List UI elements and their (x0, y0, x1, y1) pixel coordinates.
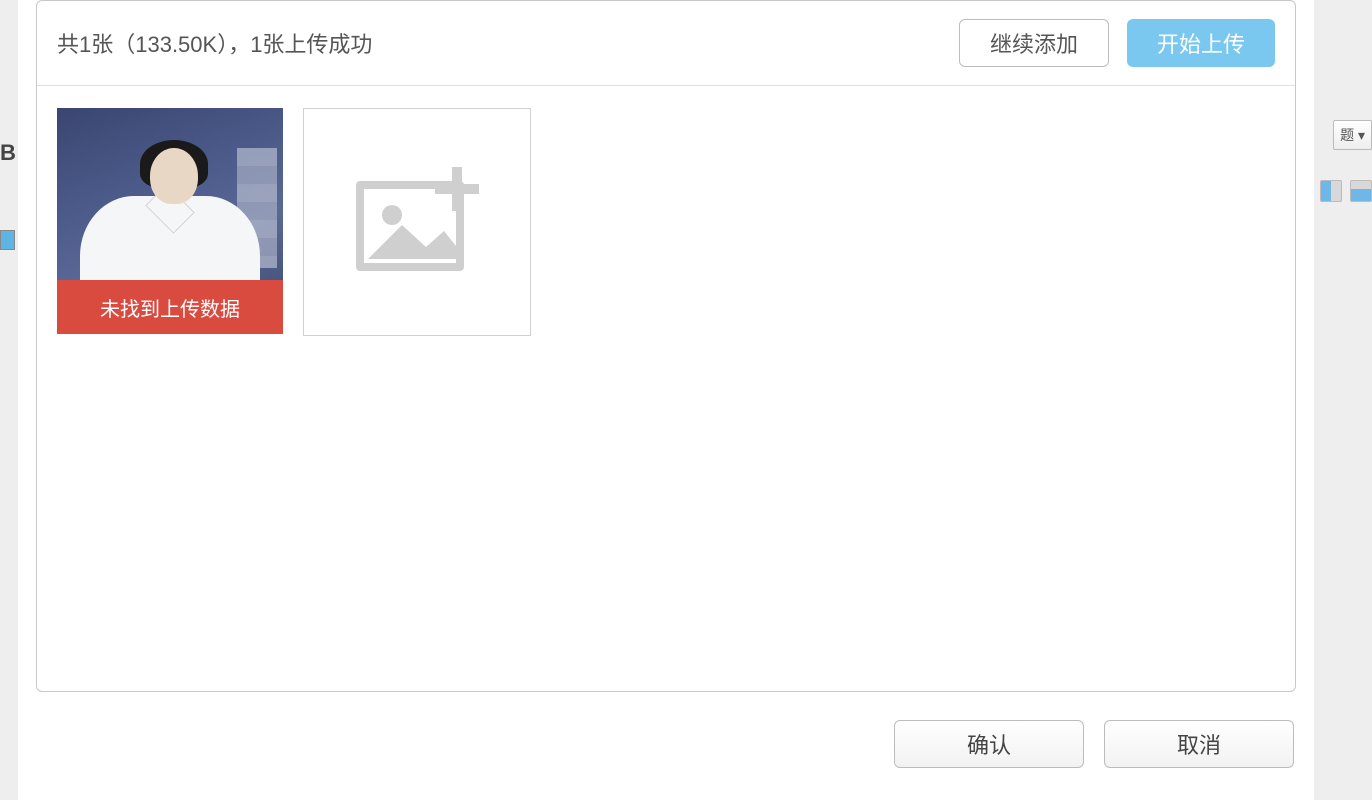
bg-dropdown-label: 题 (1340, 127, 1354, 143)
continue-add-button[interactable]: 继续添加 (959, 19, 1109, 67)
bg-toolbar-right-2 (1320, 180, 1372, 202)
bg-color-swatch (0, 230, 15, 250)
start-upload-button[interactable]: 开始上传 (1127, 19, 1275, 67)
upload-dialog: 共1张（133.50K），1张上传成功 继续添加 开始上传 未找到上传数据 (18, 0, 1314, 800)
uploaded-image-tile[interactable]: 未找到上传数据 (57, 108, 283, 334)
dialog-footer: 确认 取消 (18, 710, 1314, 768)
chevron-down-icon: ▾ (1358, 127, 1365, 143)
add-image-icon (352, 167, 482, 277)
bg-bold-button: B (0, 140, 15, 170)
upload-status-text: 共1张（133.50K），1张上传成功 (57, 27, 372, 59)
bg-layout-icon (1320, 180, 1342, 202)
add-image-tile[interactable] (303, 108, 531, 336)
cancel-button[interactable]: 取消 (1104, 720, 1294, 768)
bg-dropdown: 题 ▾ (1333, 120, 1372, 150)
upload-panel: 共1张（133.50K），1张上传成功 继续添加 开始上传 未找到上传数据 (36, 0, 1296, 692)
thumbnail-area: 未找到上传数据 (37, 86, 1295, 358)
bg-toolbar-right: 题 ▾ (1333, 120, 1372, 150)
upload-error-banner: 未找到上传数据 (57, 280, 283, 334)
upload-header: 共1张（133.50K），1张上传成功 继续添加 开始上传 (37, 1, 1295, 86)
bg-layout-icon-2 (1350, 180, 1372, 202)
header-buttons: 继续添加 开始上传 (959, 19, 1275, 67)
confirm-button[interactable]: 确认 (894, 720, 1084, 768)
